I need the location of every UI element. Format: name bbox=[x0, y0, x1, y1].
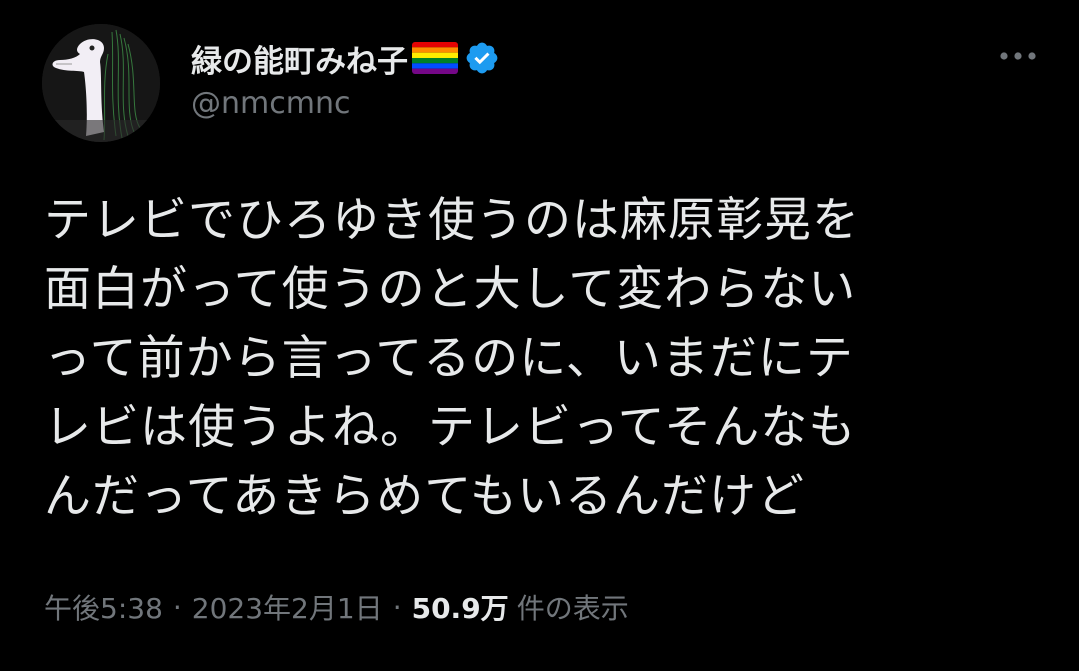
more-options-button[interactable] bbox=[996, 38, 1040, 74]
avatar-illustration bbox=[42, 24, 160, 142]
tweet-text-line: テレビでひろゆき使うのは麻原彰晃を bbox=[44, 193, 860, 248]
author-handle[interactable]: @nmcmnc bbox=[191, 86, 350, 121]
tweet-text-line: んだってあきらめてもいるんだけど bbox=[44, 469, 805, 524]
views-count[interactable]: 50.9万 bbox=[412, 587, 509, 627]
more-horizontal-icon bbox=[1000, 52, 1036, 60]
views-label: 件の表示 bbox=[516, 592, 629, 625]
verified-badge-icon bbox=[464, 40, 500, 76]
author-display-name[interactable]: 緑の能町みね子 bbox=[191, 36, 408, 81]
tweet-meta: 午後5:38 · 2023年2月1日 · 50.9万 件の表示 bbox=[44, 585, 629, 629]
tweet: 緑の能町みね子 @nmcmnc テレビでひろゆき使うのは麻原彰晃を 面白がって使… bbox=[0, 0, 1079, 671]
tweet-time[interactable]: 午後5:38 bbox=[44, 587, 163, 627]
author-name-row[interactable]: 緑の能町みね子 bbox=[191, 36, 500, 80]
tweet-date[interactable]: 2023年2月1日 bbox=[192, 587, 383, 627]
tweet-text-line: レビは使うよね。テレビってそんなも bbox=[44, 400, 857, 455]
tweet-text: テレビでひろゆき使うのは麻原彰晃を 面白がって使うのと大して変わらない って前か… bbox=[44, 186, 1044, 531]
meta-separator: · bbox=[172, 590, 182, 624]
rainbow-flag-icon bbox=[412, 42, 458, 74]
tweet-text-line: って前から言ってるのに、いまだにテ bbox=[44, 331, 854, 386]
meta-separator: · bbox=[392, 590, 402, 624]
avatar[interactable] bbox=[42, 24, 160, 142]
tweet-text-line: 面白がって使うのと大して変わらない bbox=[44, 262, 857, 317]
